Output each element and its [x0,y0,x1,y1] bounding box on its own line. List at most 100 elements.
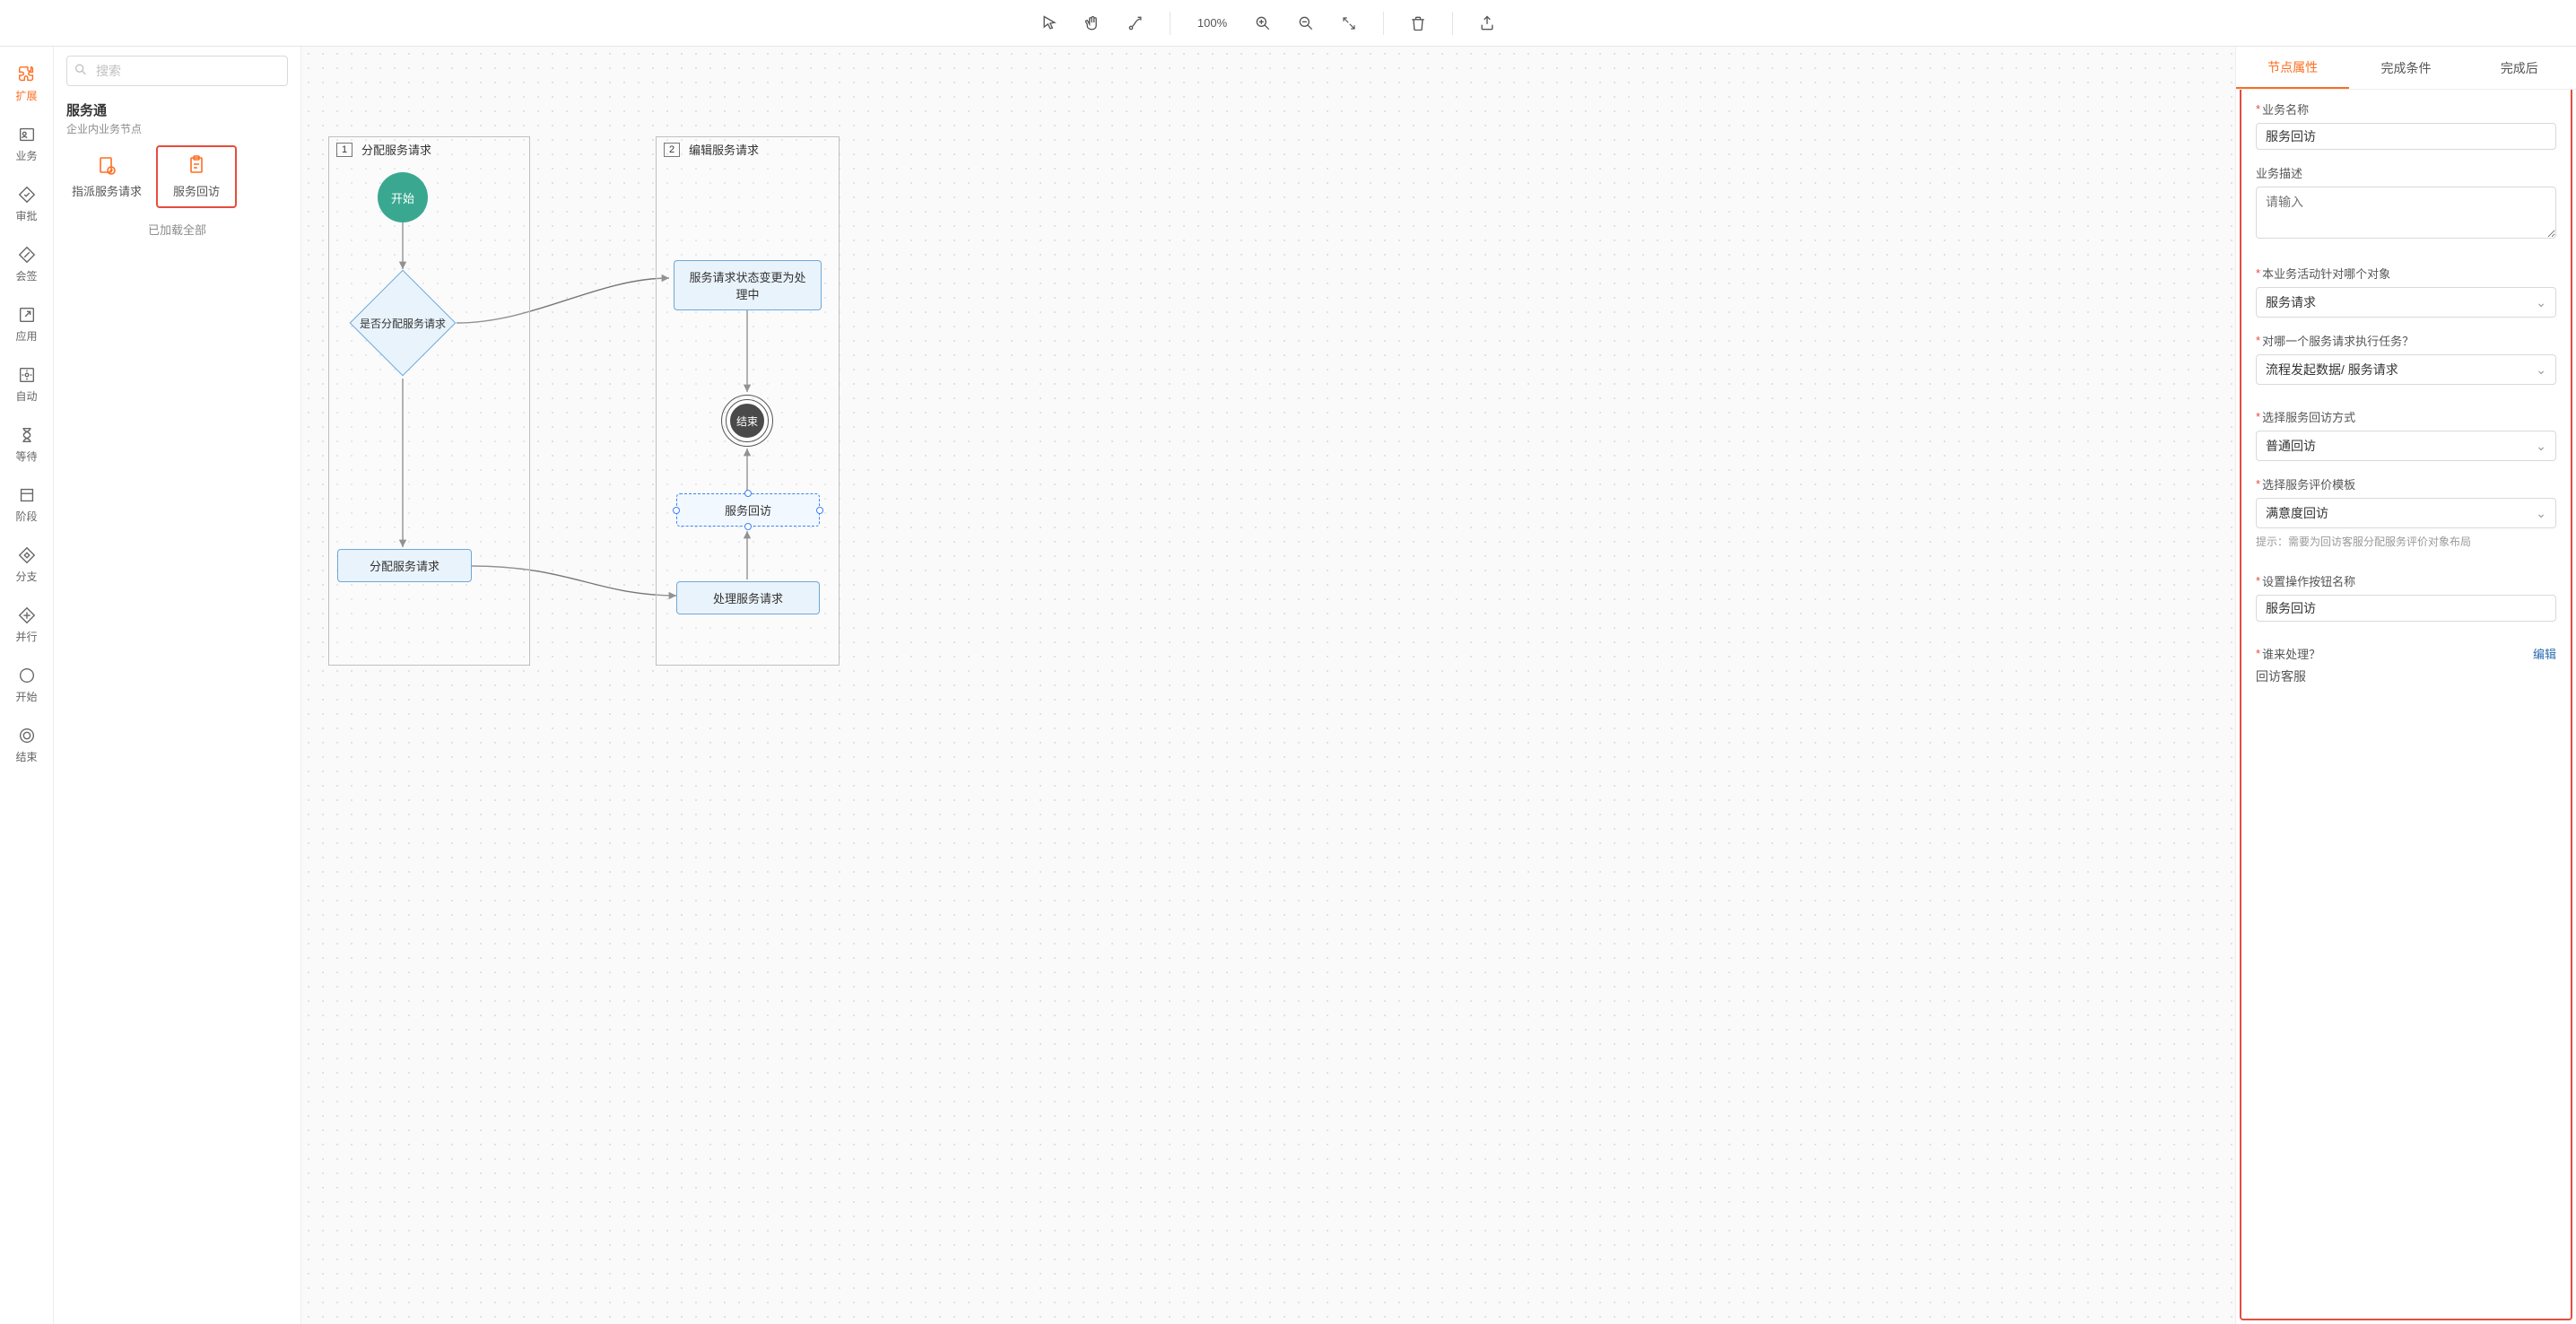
rail-item-hourglass[interactable]: 等待 [5,420,48,469]
zoom-in-icon [1254,14,1272,32]
node-start[interactable]: 开始 [378,172,428,222]
palette-subtitle: 企业内业务节点 [66,121,288,136]
rail-item-label: 阶段 [15,509,37,524]
node-end[interactable]: 结束 [721,395,773,447]
rail-item-label: 并行 [15,629,37,644]
rail-item-label: 业务 [15,148,37,163]
input-btn-name[interactable] [2256,595,2556,622]
chevron-down-icon: ⌄ [2536,295,2546,310]
node-service-revisit[interactable]: 服务回访 [676,493,820,527]
rail-item-label: 结束 [15,749,37,764]
lane-number: 2 [664,143,680,157]
zoom-level: 100% [1192,16,1232,30]
search-input[interactable] [66,56,288,86]
rail-item-circle-double[interactable]: 结束 [5,720,48,770]
rail-item-puzzle[interactable]: 扩展 [5,59,48,109]
node-label: 服务请求状态变更为处理中 [687,268,808,302]
palette-title: 服务通 [66,100,288,119]
label-biz-name: 业务名称 [2262,100,2309,118]
export-icon [1478,14,1496,32]
top-toolbar: 100% [0,0,2576,47]
rail-item-diamond-check[interactable]: 审批 [5,179,48,229]
fit-icon [1341,15,1357,31]
hand-icon [1083,14,1101,32]
node-assign[interactable]: 分配服务请求 [337,549,472,582]
stage-icon [17,485,37,505]
rail-item-circle[interactable]: 开始 [5,660,48,710]
node-decision[interactable]: 是否分配服务请求 [349,269,457,377]
parallel-icon [17,605,37,625]
canvas[interactable]: 1 分配服务请求 2 编辑服务请求 开始 [301,47,2235,1324]
fit-button[interactable] [1336,11,1362,36]
rail-item-label: 分支 [15,569,37,584]
service-revisit-icon [186,155,207,177]
tab-node-props[interactable]: 节点属性 [2236,47,2349,89]
canvas-wrap: 1 分配服务请求 2 编辑服务请求 开始 [301,47,2235,1324]
chevron-down-icon: ⌄ [2536,439,2546,454]
palette-footer: 已加载全部 [66,221,288,238]
branch-icon [17,545,37,565]
zoom-in-button[interactable] [1250,11,1275,36]
edit-who-handle-link[interactable]: 编辑 [2533,645,2556,662]
rail-item-auto[interactable]: 自动 [5,360,48,409]
select-target-obj[interactable]: 服务请求 ⌄ [2256,287,2556,318]
select-visit-mode[interactable]: 普通回访 ⌄ [2256,431,2556,461]
delete-button[interactable] [1405,11,1431,36]
label-which-req: 对哪一个服务请求执行任务？ [2262,332,2414,349]
rail-item-label: 开始 [15,689,37,704]
chevron-down-icon: ⌄ [2536,506,2546,521]
rail-item-stage[interactable]: 阶段 [5,480,48,529]
export-button[interactable] [1475,11,1500,36]
left-rail: 扩展业务审批会签应用自动等待阶段分支并行开始结束 [0,47,54,1324]
connector-tool-button[interactable] [1123,11,1148,36]
rail-item-parallel[interactable]: 并行 [5,600,48,649]
hint-eval-tpl: 提示：需要为回访客服分配服务评价对象布局 [2256,534,2556,549]
connector-icon [1127,14,1144,32]
search-icon [74,63,88,80]
zoom-out-icon [1297,14,1315,32]
select-value: 流程发起数据/ 服务请求 [2266,361,2398,379]
rail-item-label: 会签 [15,268,37,283]
diamond-pen-icon [17,245,37,265]
circle-icon [17,666,37,685]
palette-card-label: 指派服务请求 [72,182,142,199]
rail-item-arrow-out[interactable]: 应用 [5,300,48,349]
user-card-icon [17,125,37,144]
label-visit-mode: 选择服务回访方式 [2262,408,2355,425]
tab-finish-condition[interactable]: 完成条件 [2349,47,2462,89]
input-biz-name[interactable] [2256,123,2556,150]
select-which-req[interactable]: 流程发起数据/ 服务请求 ⌄ [2256,354,2556,385]
rail-item-label: 自动 [15,388,37,404]
flow-edges [301,47,2235,1324]
trash-icon [1409,14,1427,32]
palette-card-assign-request[interactable]: 指派服务请求 [66,145,147,208]
value-who-handle: 回访客服 [2256,667,2556,685]
hand-tool-button[interactable] [1080,11,1105,36]
palette-card-label: 服务回访 [173,182,220,199]
lane-assign[interactable]: 1 分配服务请求 [328,136,530,666]
lane-title: 编辑服务请求 [689,141,759,158]
diamond-check-icon [17,185,37,205]
palette-search [66,56,288,86]
arrow-out-icon [17,305,37,325]
select-eval-tpl[interactable]: 满意度回访 ⌄ [2256,498,2556,528]
rail-item-branch[interactable]: 分支 [5,540,48,589]
circle-double-icon [17,726,37,745]
lane-title: 分配服务请求 [361,141,431,158]
node-handle-request[interactable]: 处理服务请求 [676,581,820,614]
node-status-change[interactable]: 服务请求状态变更为处理中 [674,260,822,310]
node-label: 分配服务请求 [370,557,439,574]
rail-item-user-card[interactable]: 业务 [5,119,48,169]
palette-card-service-revisit[interactable]: 服务回访 [156,145,237,208]
cursor-icon [1040,14,1058,32]
rail-item-label: 扩展 [15,88,37,103]
input-biz-desc[interactable] [2256,187,2556,239]
rail-item-diamond-pen[interactable]: 会签 [5,240,48,289]
tab-after-finish[interactable]: 完成后 [2463,47,2576,89]
cursor-tool-button[interactable] [1037,11,1062,36]
chevron-down-icon: ⌄ [2536,362,2546,378]
zoom-out-button[interactable] [1293,11,1318,36]
label-who-handle: 谁来处理？ [2262,645,2320,662]
puzzle-icon [17,65,37,84]
hourglass-icon [17,425,37,445]
